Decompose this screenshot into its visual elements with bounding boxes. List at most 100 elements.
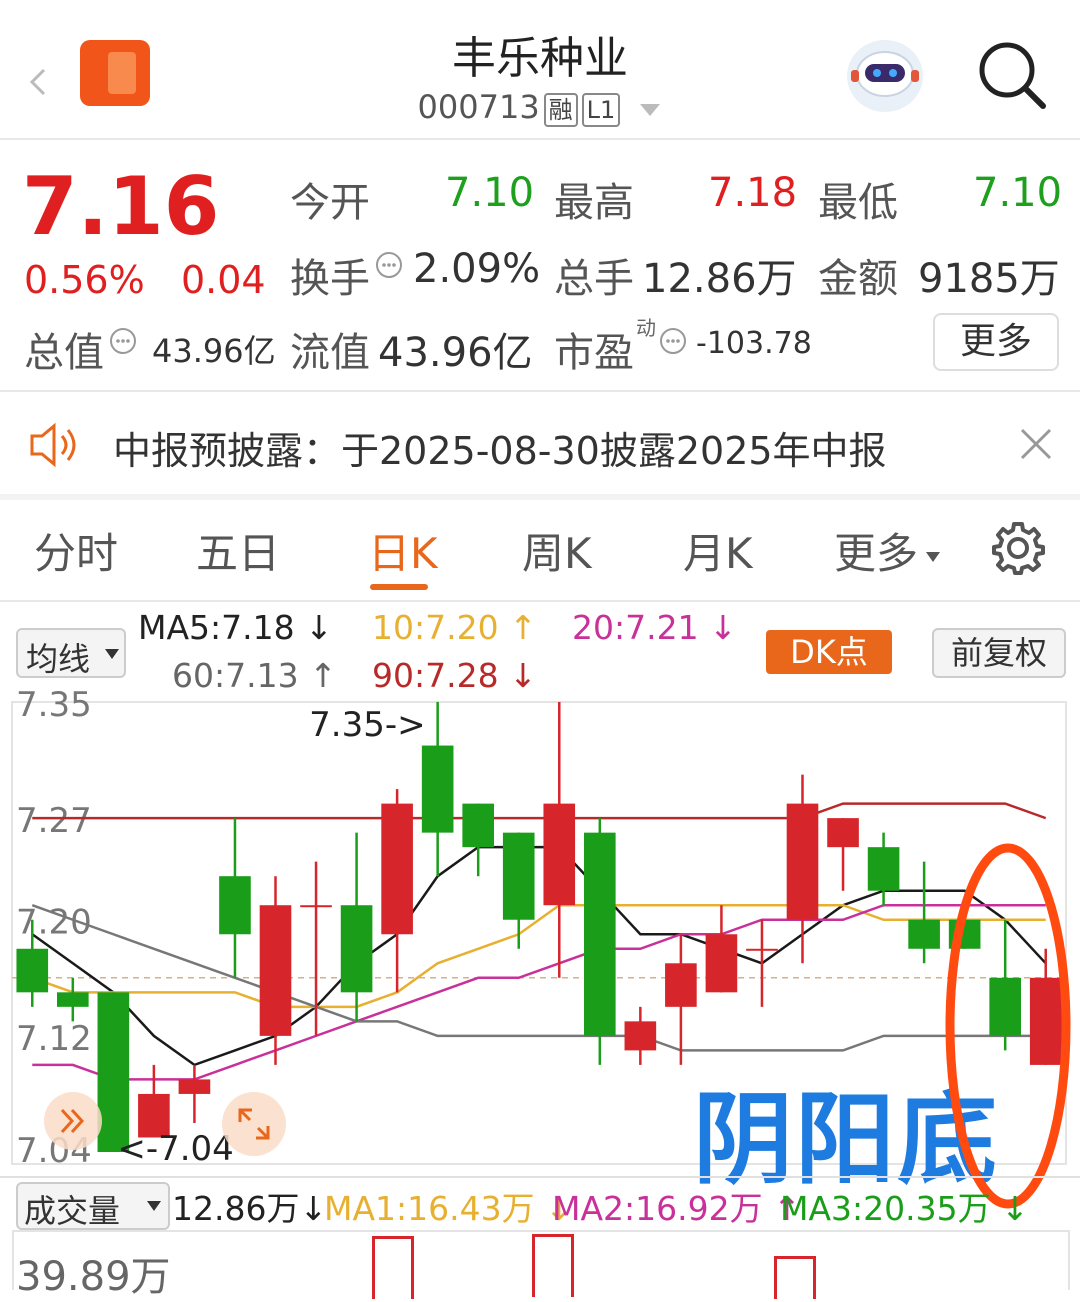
volume-text: 12.86万 xyxy=(172,1189,300,1228)
ma10-value: 10:7.20 ↑ xyxy=(372,608,537,647)
volume-indicator-selector[interactable]: 成交量 xyxy=(16,1182,170,1230)
margin-tag: 融 xyxy=(543,93,578,127)
volume-selector-label: 成交量 xyxy=(24,1192,121,1230)
dropdown-triangle-icon xyxy=(105,649,119,659)
turnover-label: 换手 xyxy=(290,256,370,302)
fullscreen-button[interactable] xyxy=(222,1092,286,1156)
pe-info-icon[interactable] xyxy=(658,326,688,360)
candle-down xyxy=(219,876,251,935)
ma5-text: MA5:7.18 xyxy=(138,608,295,647)
vol-ma1: MA1:16.43万 ↓ xyxy=(324,1189,573,1228)
vol-ma2-text: MA2:16.92万 xyxy=(552,1189,763,1228)
adjust-button[interactable]: 前复权 xyxy=(932,628,1066,678)
fullscreen-arrows-icon xyxy=(238,1108,270,1140)
search-icon[interactable] xyxy=(975,38,1049,112)
candle-down xyxy=(16,948,49,993)
y-tick-label: 7.35 xyxy=(16,690,92,725)
candle-up xyxy=(705,934,738,993)
low-label: 最低 xyxy=(818,180,898,226)
candle-up xyxy=(827,818,859,848)
candle-down xyxy=(462,803,495,848)
ma20-text: 20:7.21 xyxy=(572,608,699,647)
y-tick-label: 7.12 xyxy=(16,1019,92,1059)
dropdown-triangle-icon[interactable] xyxy=(638,102,662,118)
candle-up xyxy=(178,1079,211,1094)
candle-down xyxy=(867,847,900,891)
tabs-divider xyxy=(0,600,1080,602)
tab-five-day[interactable]: 五日 xyxy=(196,520,280,581)
amount-label: 金额 xyxy=(818,256,898,302)
mcap-label: 总值 xyxy=(24,330,104,376)
level-tag: L1 xyxy=(581,93,621,127)
mcap-info-icon[interactable] xyxy=(108,326,138,360)
active-tab-indicator xyxy=(370,584,428,590)
tab-weekly-k[interactable]: 周K xyxy=(522,520,592,581)
notice-text[interactable]: 中报预披露：于2025-08-30披露2025年中报 xyxy=(113,420,887,475)
dk-point-button[interactable]: DK点 xyxy=(766,630,892,674)
tab-monthly-k[interactable]: 月K xyxy=(683,520,753,581)
float-label: 流值 xyxy=(290,330,370,376)
candle-down xyxy=(56,992,89,1007)
settings-gear-icon[interactable] xyxy=(990,520,1046,580)
volume-value: 12.86万↓ xyxy=(172,1189,328,1228)
candle-down xyxy=(340,905,373,993)
high-value: 7.18 xyxy=(708,170,798,216)
ma-selector-label: 均线 xyxy=(26,640,91,678)
ma-selector[interactable]: 均线 xyxy=(16,628,126,678)
candle-up xyxy=(381,803,413,935)
tab-more[interactable]: 更多 xyxy=(834,520,942,581)
double-chevron-icon xyxy=(60,1108,85,1134)
candle-down xyxy=(421,745,454,833)
ma10-text: 10:7.20 xyxy=(372,608,499,647)
candle-down xyxy=(583,832,616,1036)
open-label: 今开 xyxy=(290,180,370,226)
expand-left-button[interactable] xyxy=(44,1092,102,1150)
ma-line-ma90 xyxy=(32,802,1047,820)
high-label: 最高 xyxy=(554,180,634,226)
stock-code: 000713 xyxy=(417,88,540,126)
candle-up xyxy=(624,1021,657,1051)
candle-down xyxy=(502,832,535,920)
turnover-info-icon[interactable] xyxy=(374,250,404,284)
tab-timeshare[interactable]: 分时 xyxy=(34,520,118,581)
candle-down xyxy=(908,919,940,949)
change-amount: 0.04 xyxy=(181,258,266,302)
candle-up xyxy=(786,803,819,920)
close-icon[interactable] xyxy=(1016,424,1056,468)
tab-more-label: 更多 xyxy=(834,529,919,578)
current-price: 7.16 xyxy=(22,160,220,253)
ma20-value: 20:7.21 ↓ xyxy=(572,608,737,647)
tab-daily-k[interactable]: 日K xyxy=(368,520,438,581)
pe-value: -103.78 xyxy=(696,326,812,361)
low-value: 7.10 xyxy=(973,170,1063,216)
candle-up xyxy=(259,905,292,1036)
vol-ma1-text: MA1:16.43万 xyxy=(324,1189,535,1228)
dk-button-label: DK点 xyxy=(790,633,868,671)
volume-value: 12.86万 xyxy=(642,256,797,302)
candle-up xyxy=(746,948,778,951)
vol-ma3: MA3:20.35万 ↓ xyxy=(780,1189,1029,1228)
volume-divider xyxy=(0,1176,1080,1178)
robot-assistant-icon[interactable] xyxy=(843,36,927,116)
vol-ma3-text: MA3:20.35万 xyxy=(780,1189,991,1228)
pe-dynamic-mark: 动 xyxy=(636,316,656,340)
turnover-value: 2.09% xyxy=(413,246,541,292)
change-percent: 0.56% xyxy=(24,258,145,302)
mcap-value: 43.96亿 xyxy=(152,332,276,370)
dropdown-triangle-icon xyxy=(147,1201,161,1211)
more-quote-button[interactable]: 更多 xyxy=(933,313,1059,371)
annotation-circle xyxy=(945,843,1071,1209)
candle-up xyxy=(300,905,332,908)
volume-bar xyxy=(774,1256,816,1299)
volume-bar xyxy=(372,1236,414,1299)
open-value: 7.10 xyxy=(445,170,535,216)
pe-label: 市盈 xyxy=(554,330,634,376)
float-value: 43.96亿 xyxy=(378,330,533,376)
ma-line-ma10 xyxy=(31,903,1046,1009)
quote-divider xyxy=(0,390,1080,392)
amount-value: 9185万 xyxy=(918,256,1060,302)
y-tick-label: 7.27 xyxy=(16,801,92,841)
dropdown-triangle-icon xyxy=(926,551,941,562)
ma5-value: MA5:7.18 ↓ xyxy=(138,608,333,647)
volume-label: 总手 xyxy=(554,256,634,302)
